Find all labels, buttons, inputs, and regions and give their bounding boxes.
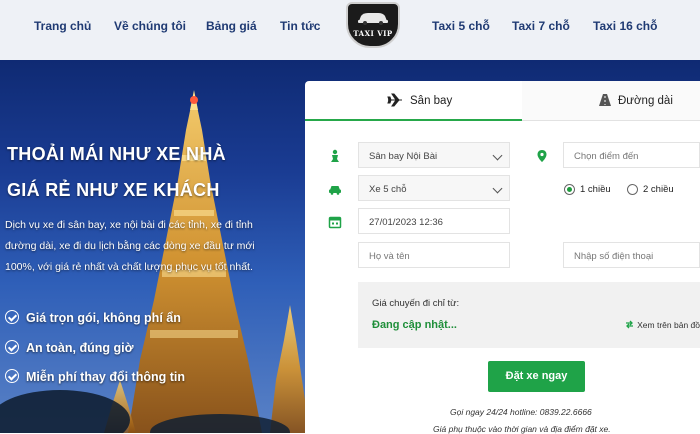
nav-taxi-7[interactable]: Taxi 7 chỗ <box>512 19 570 33</box>
book-now-button[interactable]: Đặt xe ngay <box>488 361 585 392</box>
feature-item: An toàn, đúng giờ <box>5 340 133 355</box>
site-logo[interactable]: TAXI VIP <box>342 0 404 50</box>
car-icon <box>329 186 341 195</box>
nav-about[interactable]: Về chúng tôi <box>114 19 186 33</box>
nav-taxi-5[interactable]: Taxi 5 chỗ <box>432 19 490 33</box>
car-type-select[interactable]: Xe 5 chỗ <box>358 175 510 201</box>
hero-description: Dịch vụ xe đi sân bay, xe nội bài đi các… <box>5 219 255 273</box>
radio-round-trip-label: 2 chiều <box>643 184 674 195</box>
hero-title-line2: GIÁ RẺ NHƯ XE KHÁCH <box>7 180 220 200</box>
price-label: Giá chuyến đi chỉ từ: <box>372 298 460 309</box>
nav-home[interactable]: Trang chủ <box>34 19 91 33</box>
feature-item: Giá trọn gói, không phí ẩn <box>5 310 181 325</box>
nav-taxi-16[interactable]: Taxi 16 chỗ <box>593 19 657 33</box>
booking-panel: Sân bay Đường dài Sân bay Nội Bài Chọn đ… <box>305 81 700 434</box>
price-value: Đang cập nhật... <box>372 319 457 331</box>
price-box: Giá chuyến đi chỉ từ: Đang cập nhật... X… <box>358 282 700 348</box>
swap-arrows-icon <box>626 320 634 329</box>
nav-news[interactable]: Tin tức <box>280 19 320 33</box>
top-nav: Trang chủ Về chúng tôi Bảng giá Tin tức … <box>0 0 700 60</box>
check-circle-icon <box>5 369 19 383</box>
destination-field[interactable]: Chọn điểm đến <box>563 142 700 168</box>
logo-shield <box>346 2 400 48</box>
passenger-icon <box>331 149 339 162</box>
nav-pricing[interactable]: Bảng giá <box>206 19 257 33</box>
car-icon <box>358 13 388 25</box>
name-field[interactable]: Họ và tên <box>358 242 510 268</box>
chevron-down-icon <box>492 150 503 161</box>
feature-item: Miễn phí thay đổi thông tin <box>5 369 185 384</box>
airplane-icon <box>387 93 402 107</box>
phone-field[interactable]: Nhập số điện thoại <box>563 242 700 268</box>
chevron-down-icon <box>492 183 503 194</box>
radio-one-way[interactable] <box>564 184 575 195</box>
radio-one-way-label: 1 chiều <box>580 184 611 195</box>
hotline-note: Gọi ngay 24/24 hotline: 0839.22.6666 <box>450 407 592 417</box>
hero-title-line1: THOẢI MÁI NHƯ XE NHÀ <box>7 144 226 164</box>
calendar-icon <box>328 216 342 229</box>
datetime-field[interactable]: 27/01/2023 12:36 <box>358 208 510 234</box>
tab-airport[interactable]: Sân bay <box>305 81 522 121</box>
view-map-link[interactable]: Xem trên bản đồ <box>625 320 700 330</box>
radio-round-trip[interactable] <box>627 184 638 195</box>
map-pin-icon <box>537 150 547 162</box>
pickup-select[interactable]: Sân bay Nội Bài <box>358 142 510 168</box>
check-circle-icon <box>5 310 19 324</box>
tab-long-distance[interactable]: Đường dài <box>522 81 700 121</box>
road-icon <box>599 94 611 106</box>
check-circle-icon <box>5 340 19 354</box>
logo-text: TAXI VIP <box>353 29 393 38</box>
